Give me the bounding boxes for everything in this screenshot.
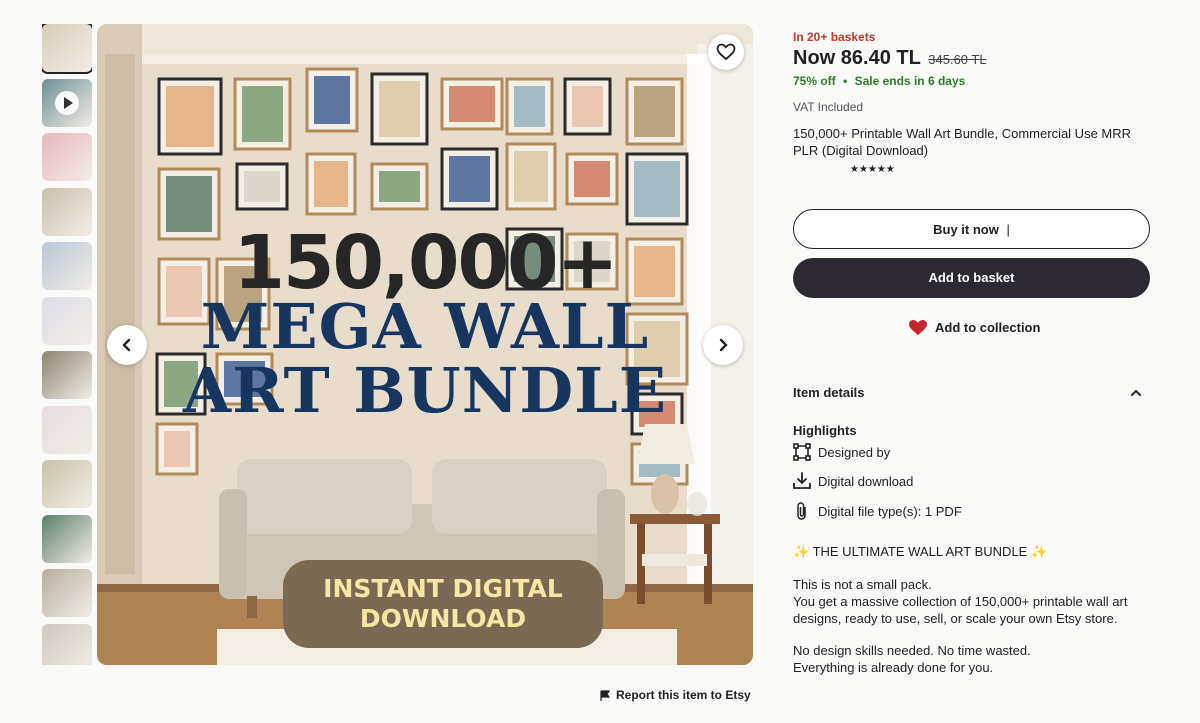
play-icon <box>55 90 79 115</box>
price-row: Now 86.40 TL 345.60 TL <box>793 47 987 70</box>
rating-stars[interactable]: ★★★★★ <box>850 164 895 175</box>
art-print <box>634 161 680 217</box>
flag-icon <box>600 689 611 701</box>
sale-ends-label: Sale ends in 6 days <box>854 74 966 88</box>
description-line-4: Everything is already done for you. <box>793 660 994 675</box>
art-print <box>449 156 490 202</box>
art-print <box>514 86 545 127</box>
image-thumbnail[interactable] <box>42 351 92 399</box>
digital-download-label: Digital download <box>818 473 914 489</box>
vat-note: VAT Included <box>793 100 864 114</box>
highlight-digital-download: Digital download <box>793 472 913 490</box>
description-line-3: No design skills needed. No time wasted. <box>793 643 1031 658</box>
art-print <box>379 81 420 137</box>
image-thumbnail[interactable] <box>42 623 92 665</box>
badge-line1: INSTANT DIGITAL <box>323 574 563 603</box>
heart-outline-icon <box>716 43 736 61</box>
sale-info: 75% off • Sale ends in 6 days <box>793 74 965 88</box>
video-thumbnail[interactable] <box>42 78 92 127</box>
art-print <box>244 171 280 202</box>
image-thumbnail[interactable] <box>42 460 92 508</box>
heart-filled-icon <box>909 320 927 335</box>
highlights-heading: Highlights <box>793 423 857 438</box>
instant-download-badge: INSTANT DIGITAL DOWNLOAD <box>283 560 603 648</box>
image-thumbnail[interactable] <box>42 514 92 563</box>
image-thumbnail[interactable] <box>42 296 92 345</box>
discount-label: 75% off <box>793 74 836 88</box>
text-cursor: | <box>1006 222 1010 237</box>
art-print <box>574 161 610 197</box>
highlight-designed-by: Designed by <box>793 443 890 461</box>
thumbnail-strip <box>42 24 92 665</box>
download-icon <box>793 472 811 489</box>
image-thumbnail[interactable] <box>42 24 92 74</box>
art-print <box>634 86 675 137</box>
price-now: Now 86.40 TL <box>793 47 921 69</box>
item-details-heading: Item details <box>793 385 865 400</box>
chevron-left-icon <box>122 338 131 352</box>
description-paragraph-1: This is not a small pack. You get a mass… <box>793 576 1143 627</box>
art-print <box>166 86 214 147</box>
image-thumbnail[interactable] <box>42 242 92 290</box>
art-print <box>242 86 283 142</box>
art-print <box>514 151 548 202</box>
art-print <box>314 76 350 124</box>
item-details-toggle[interactable]: Item details <box>793 385 1150 400</box>
price-original: 345.60 TL <box>928 52 987 67</box>
image-thumbnail[interactable] <box>42 569 92 617</box>
art-print <box>379 171 420 202</box>
add-to-basket-button[interactable]: Add to basket <box>793 258 1150 298</box>
image-thumbnail[interactable] <box>42 405 92 454</box>
buy-it-now-label: Buy it now <box>933 222 999 237</box>
hero-image: 150,000+ MEGA WALL ART BUNDLE INSTANT DI… <box>97 24 753 665</box>
description-paragraph-2: No design skills needed. No time wasted.… <box>793 642 1143 676</box>
buy-it-now-button[interactable]: Buy it now | <box>793 209 1150 249</box>
report-item-link[interactable]: Report this item to Etsy <box>600 688 751 702</box>
highlight-file-types: Digital file type(s): 1 PDF <box>793 502 962 520</box>
chevron-right-icon <box>719 338 728 352</box>
image-thumbnail[interactable] <box>42 133 92 181</box>
art-print <box>572 86 603 127</box>
previous-image-button[interactable] <box>107 325 147 365</box>
design-nodes-icon <box>793 443 811 461</box>
report-item-label: Report this item to Etsy <box>616 688 751 702</box>
bundle-heading: ✨ THE ULTIMATE WALL ART BUNDLE ✨ <box>793 544 1048 559</box>
art-print <box>164 431 190 467</box>
description-line-2: You get a massive collection of 150,000+… <box>793 594 1128 626</box>
badge-line2: DOWNLOAD <box>359 604 527 633</box>
hero-headline-line2: ART BUNDLE <box>182 354 668 427</box>
next-image-button[interactable] <box>703 325 743 365</box>
hero-headline-line1: MEGA WALL <box>200 290 650 363</box>
art-print <box>314 161 348 207</box>
file-types-label: Digital file type(s): 1 PDF <box>818 503 962 519</box>
add-to-collection-button[interactable]: Add to collection <box>908 319 1040 336</box>
favorite-button[interactable] <box>708 34 744 70</box>
add-to-collection-label: Add to collection <box>935 320 1041 335</box>
bullet-separator: • <box>843 74 848 88</box>
designed-by-label: Designed by <box>818 444 891 460</box>
chevron-up-icon <box>1131 389 1141 396</box>
basket-count: In 20+ baskets <box>793 30 876 44</box>
art-print <box>449 86 495 122</box>
paperclip-icon <box>797 502 806 520</box>
description-line-1: This is not a small pack. <box>793 577 932 592</box>
listing-title: 150,000+ Printable Wall Art Bundle, Comm… <box>793 126 1132 158</box>
image-thumbnail[interactable] <box>42 187 92 236</box>
